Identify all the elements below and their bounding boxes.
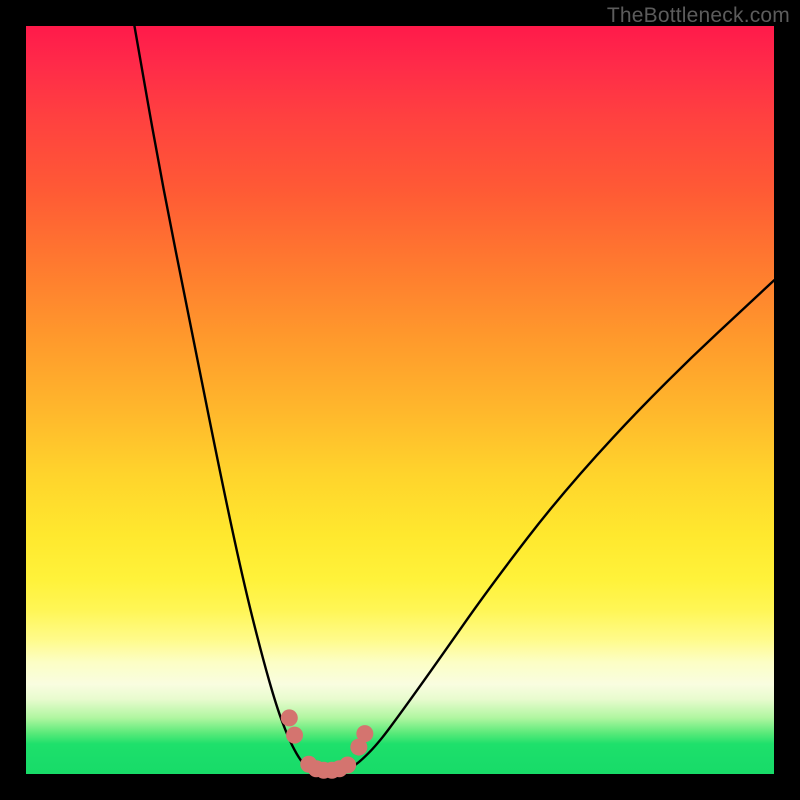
bottleneck-curve-right xyxy=(348,280,774,769)
data-marker xyxy=(281,709,298,726)
data-marker xyxy=(339,757,356,774)
bottleneck-curve-left xyxy=(134,26,310,770)
data-marker xyxy=(286,727,303,744)
outer-frame: TheBottleneck.com xyxy=(0,0,800,800)
marker-group xyxy=(281,709,374,778)
watermark-text: TheBottleneck.com xyxy=(607,4,790,28)
curves-svg xyxy=(26,26,774,774)
data-marker xyxy=(356,725,373,742)
